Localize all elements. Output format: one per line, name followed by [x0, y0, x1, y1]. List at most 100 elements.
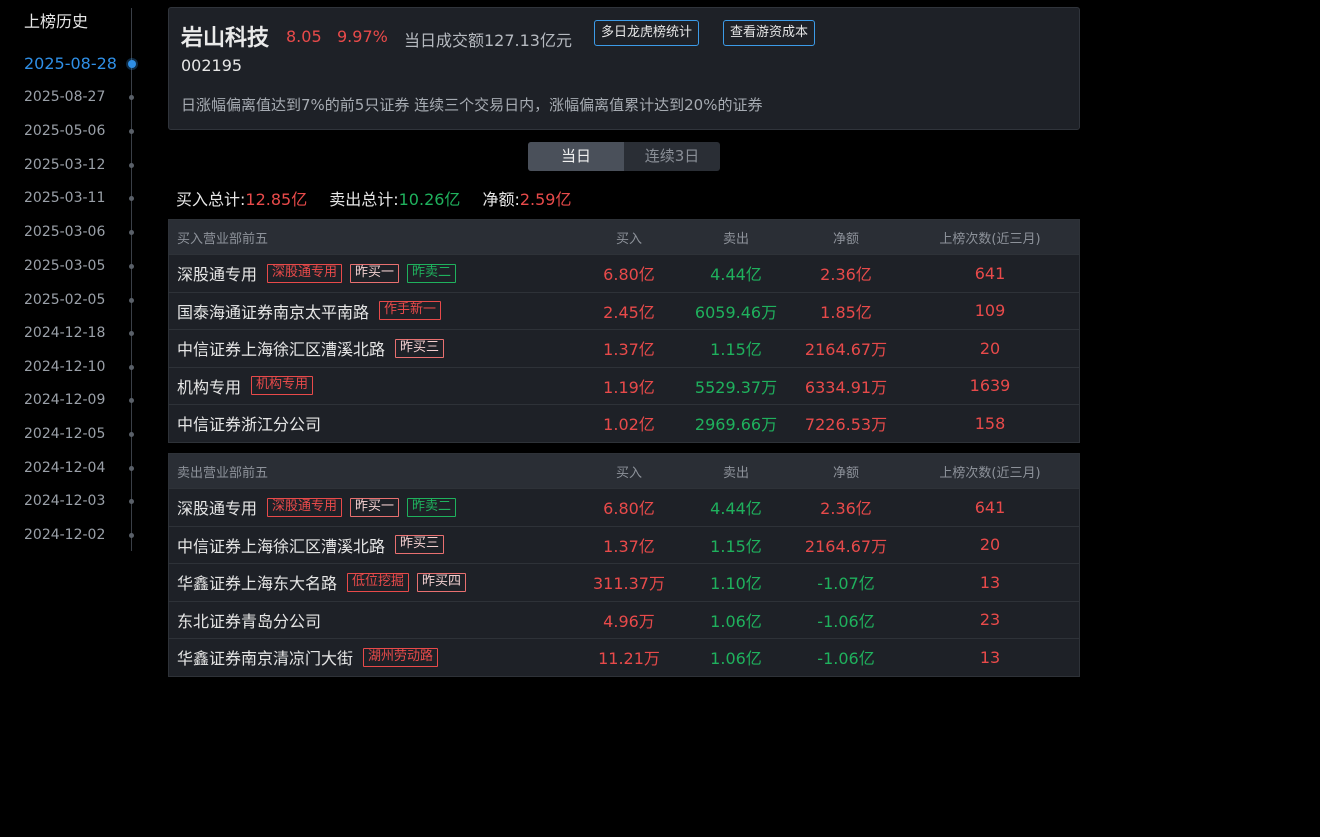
timeline-dot [129, 397, 134, 403]
sell-amount: 2969.66万 [694, 415, 778, 435]
broker-name-cell: 中信证券上海徐汇区漕溪北路 昨买三 [177, 527, 445, 564]
broker-name-cell: 华鑫证券南京清凉门大街 湖州劳动路 [177, 639, 439, 676]
broker-tag-badge: 昨买一 [350, 263, 400, 283]
listing-count: 13 [979, 572, 1001, 592]
stock-code: 002195 [181, 56, 243, 75]
stock-name: 岩山科技 [181, 26, 270, 51]
history-date-item[interactable]: 2025-03-06 [24, 224, 105, 240]
net-amount: -1.06亿 [817, 611, 875, 631]
broker-tag-badge: 昨买四 [417, 572, 467, 592]
table-row[interactable]: 深股通专用 深股通专用 昨买一 昨卖二 6.80亿 4.44亿 2.36亿 641 [169, 254, 1079, 292]
table-row[interactable]: 中信证券上海徐汇区漕溪北路 昨买三 1.37亿 1.15亿 2164.67万 20 [169, 525, 1079, 564]
history-date-item[interactable]: 2024-12-18 [24, 325, 105, 341]
stock-price: 8.05 [286, 27, 322, 46]
history-date-item[interactable]: 2025-02-05 [24, 292, 105, 308]
history-date-item[interactable]: 2025-03-11 [24, 190, 105, 206]
table-body: 深股通专用 深股通专用 昨买一 昨卖二 6.80亿 4.44亿 2.36亿 641 国泰海通证券… [169, 254, 1079, 442]
broker-name-cell: 深股通专用 深股通专用 昨买一 昨卖二 [177, 489, 457, 526]
history-date-item[interactable]: 2024-12-02 [24, 527, 105, 543]
timeline-dot [129, 330, 134, 336]
timeline-dot [129, 297, 134, 303]
buy-total-label: 买入总计: [176, 190, 246, 209]
table-row[interactable]: 华鑫证券南京清凉门大街 湖州劳动路 11.21万 1.06亿 -1.06亿 13 [169, 638, 1079, 676]
table-row[interactable]: 中信证券浙江分公司 1.02亿 2969.66万 7226.53万 158 [169, 404, 1079, 442]
buy-amount: 311.37万 [593, 574, 665, 594]
broker-name: 中信证券上海徐汇区漕溪北路 [177, 536, 386, 556]
multi-day-stats-button[interactable]: 多日龙虎榜统计 [594, 20, 700, 46]
timeline-dot [129, 532, 134, 538]
listing-count: 20 [979, 535, 1001, 555]
buy-brokers-table: 买入营业部前五 买入 卖出 净额 上榜次数(近三月) 深股通专用 深股通专用 昨买一… [168, 219, 1080, 443]
table-row[interactable]: 国泰海通证券南京太平南路 作手新一 2.45亿 6059.46万 1.85亿 109 [169, 291, 1079, 330]
table-row[interactable]: 深股通专用 深股通专用 昨买一 昨卖二 6.80亿 4.44亿 2.36亿 641 [169, 488, 1079, 526]
buy-amount: 11.21万 [598, 649, 660, 669]
broker-name-cell: 机构专用 机构专用 [177, 368, 314, 405]
net-total-value: 2.59亿 [519, 190, 572, 209]
buy-total-value: 12.85亿 [245, 190, 308, 209]
history-date-item[interactable]: 2024-12-04 [24, 460, 105, 476]
broker-tag-badge: 昨买一 [350, 497, 400, 517]
buy-amount: 1.37亿 [603, 536, 655, 556]
timeline-dot [129, 162, 134, 168]
history-date-item[interactable]: 2025-05-06 [24, 123, 105, 139]
sell-amount: 1.10亿 [710, 574, 762, 594]
sidebar-title: 上榜历史 [24, 12, 89, 31]
timeline-dot [129, 229, 134, 235]
net-amount: 7226.53万 [804, 415, 888, 435]
col-header-buy: 买入 [615, 231, 642, 247]
timeline-dot [128, 60, 136, 68]
listing-count: 23 [979, 610, 1001, 630]
broker-name-cell: 东北证券青岛分公司 [177, 602, 321, 639]
history-date-item[interactable]: 2024-12-09 [24, 392, 105, 408]
broker-name: 国泰海通证券南京太平南路 [177, 302, 370, 322]
broker-name: 深股通专用 [177, 499, 258, 519]
table-row[interactable]: 中信证券上海徐汇区漕溪北路 昨买三 1.37亿 1.15亿 2164.67万 20 [169, 329, 1079, 367]
listing-count: 1639 [969, 376, 1011, 396]
timeline-dot [129, 498, 134, 504]
history-date-item[interactable]: 2024-12-05 [24, 426, 105, 442]
col-header-name: 买入营业部前五 [177, 231, 269, 247]
broker-name: 深股通专用 [177, 265, 258, 285]
buy-amount: 2.45亿 [603, 302, 655, 322]
broker-name: 华鑫证券上海东大名路 [177, 574, 338, 594]
col-header-count: 上榜次数(近三月) [939, 465, 1041, 481]
table-row[interactable]: 机构专用 机构专用 1.19亿 5529.37万 6334.91万 1639 [169, 366, 1079, 405]
broker-name: 东北证券青岛分公司 [177, 611, 322, 631]
table-body: 深股通专用 深股通专用 昨买一 昨卖二 6.80亿 4.44亿 2.36亿 641 中信证券上海… [169, 488, 1079, 676]
timeline-dot [129, 263, 134, 269]
sell-amount: 1.06亿 [710, 611, 762, 631]
stock-turnover: 当日成交额127.13亿元 [404, 31, 572, 50]
broker-tag-badge: 低位挖掘 [347, 572, 410, 592]
broker-tag-badge: 深股通专用 [267, 497, 343, 517]
history-date-item[interactable]: 2024-12-03 [24, 493, 105, 509]
sell-amount: 1.06亿 [710, 649, 762, 669]
history-date-item[interactable]: 2024-12-10 [24, 359, 105, 375]
buy-amount: 1.37亿 [603, 340, 655, 360]
broker-name-cell: 中信证券浙江分公司 [177, 405, 321, 442]
timeline-dot [129, 94, 134, 100]
broker-name: 华鑫证券南京清凉门大街 [177, 649, 354, 669]
buy-amount: 6.80亿 [603, 499, 655, 519]
col-header-count: 上榜次数(近三月) [939, 231, 1041, 247]
net-amount: -1.06亿 [817, 649, 875, 669]
table-row[interactable]: 华鑫证券上海东大名路 低位挖掘 昨买四 311.37万 1.10亿 -1.07亿 13 [169, 563, 1079, 601]
col-header-sell: 卖出 [722, 465, 749, 481]
timeline-dot [129, 465, 134, 471]
table-row[interactable]: 东北证券青岛分公司 4.96万 1.06亿 -1.06亿 23 [169, 600, 1079, 639]
stock-header-card: 岩山科技 8.05 9.97% 当日成交额127.13亿元 多日龙虎榜统计 查看… [168, 7, 1080, 130]
col-header-net: 净额 [832, 231, 859, 247]
history-date-item[interactable]: 2025-08-27 [24, 89, 105, 105]
tab-today[interactable]: 当日 [528, 142, 624, 171]
history-date-item[interactable]: 2025-08-28 [24, 54, 117, 73]
history-date-item[interactable]: 2025-03-05 [24, 258, 105, 274]
table-header: 买入营业部前五 买入 卖出 净额 上榜次数(近三月) [169, 220, 1079, 254]
view-cost-button[interactable]: 查看游资成本 [723, 20, 816, 46]
broker-tag-badge: 深股通专用 [267, 263, 343, 283]
tab-three-days[interactable]: 连续3日 [624, 142, 720, 171]
broker-tag-badge: 昨卖二 [407, 497, 457, 517]
history-date-item[interactable]: 2025-03-12 [24, 157, 105, 173]
broker-name: 中信证券浙江分公司 [177, 415, 322, 435]
broker-name-cell: 国泰海通证券南京太平南路 作手新一 [177, 293, 442, 330]
sell-amount: 1.15亿 [710, 536, 762, 556]
timeline-dot [129, 364, 134, 370]
